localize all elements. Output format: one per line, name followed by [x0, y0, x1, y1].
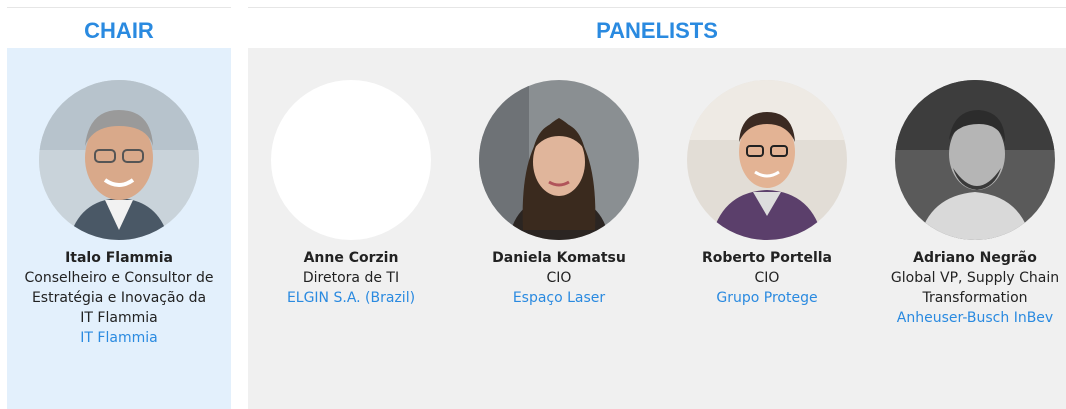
- chair-info: Italo Flammia Conselheiro e Consultor de…: [24, 248, 214, 348]
- panelist-info: Daniela Komatsu CIO Espaço Laser: [464, 248, 654, 308]
- person-name: Roberto Portella: [701, 250, 833, 266]
- person-role: CIO: [754, 270, 780, 286]
- person-company: Espaço Laser: [512, 290, 606, 306]
- chair-card: Italo Flammia Conselheiro e Consultor de…: [24, 80, 214, 348]
- chair-top-rule: [7, 7, 231, 8]
- avatar-italo-flammia: [39, 80, 199, 240]
- person-company: Anheuser-Busch InBev: [896, 310, 1054, 326]
- panelist-info: Roberto Portella CIO Grupo Protege: [672, 248, 862, 308]
- person-name: Italo Flammia: [65, 250, 173, 266]
- panelists-heading: PANELISTS: [596, 18, 718, 43]
- portrait-photo: [895, 80, 1055, 240]
- person-role: Conselheiro e Consultor de Estratégia e …: [24, 270, 214, 326]
- panelist-card-anne-corzin: Anne Corzin Diretora de TI ELGIN S.A. (B…: [256, 80, 446, 308]
- person-role: Global VP, Supply Chain Transformation: [890, 270, 1060, 306]
- panelist-card-adriano-negrao: Adriano Negrão Global VP, Supply Chain T…: [880, 80, 1066, 328]
- avatar-daniela-komatsu: [479, 80, 639, 240]
- person-name: Adriano Negrão: [913, 250, 1037, 266]
- portrait-photo: [39, 80, 199, 240]
- person-company: Grupo Protege: [716, 290, 818, 306]
- person-role: Diretora de TI: [302, 270, 400, 286]
- portrait-photo: [687, 80, 847, 240]
- avatar-anne-corzin: [271, 80, 431, 240]
- portrait-photo: [479, 80, 639, 240]
- person-role: CIO: [546, 270, 572, 286]
- panelists-top-rule: [248, 7, 1066, 8]
- person-company: ELGIN S.A. (Brazil): [286, 290, 416, 306]
- panelist-card-roberto-portella: Roberto Portella CIO Grupo Protege: [672, 80, 862, 308]
- avatar-roberto-portella: [687, 80, 847, 240]
- avatar-adriano-negrao: [895, 80, 1055, 240]
- person-company: IT Flammia: [80, 330, 158, 346]
- panelist-info: Anne Corzin Diretora de TI ELGIN S.A. (B…: [256, 248, 446, 308]
- person-name: Daniela Komatsu: [492, 250, 626, 266]
- panelist-info: Adriano Negrão Global VP, Supply Chain T…: [880, 248, 1066, 328]
- chair-heading: CHAIR: [84, 18, 154, 43]
- panelist-card-daniela-komatsu: Daniela Komatsu CIO Espaço Laser: [464, 80, 654, 308]
- person-name: Anne Corzin: [303, 250, 399, 266]
